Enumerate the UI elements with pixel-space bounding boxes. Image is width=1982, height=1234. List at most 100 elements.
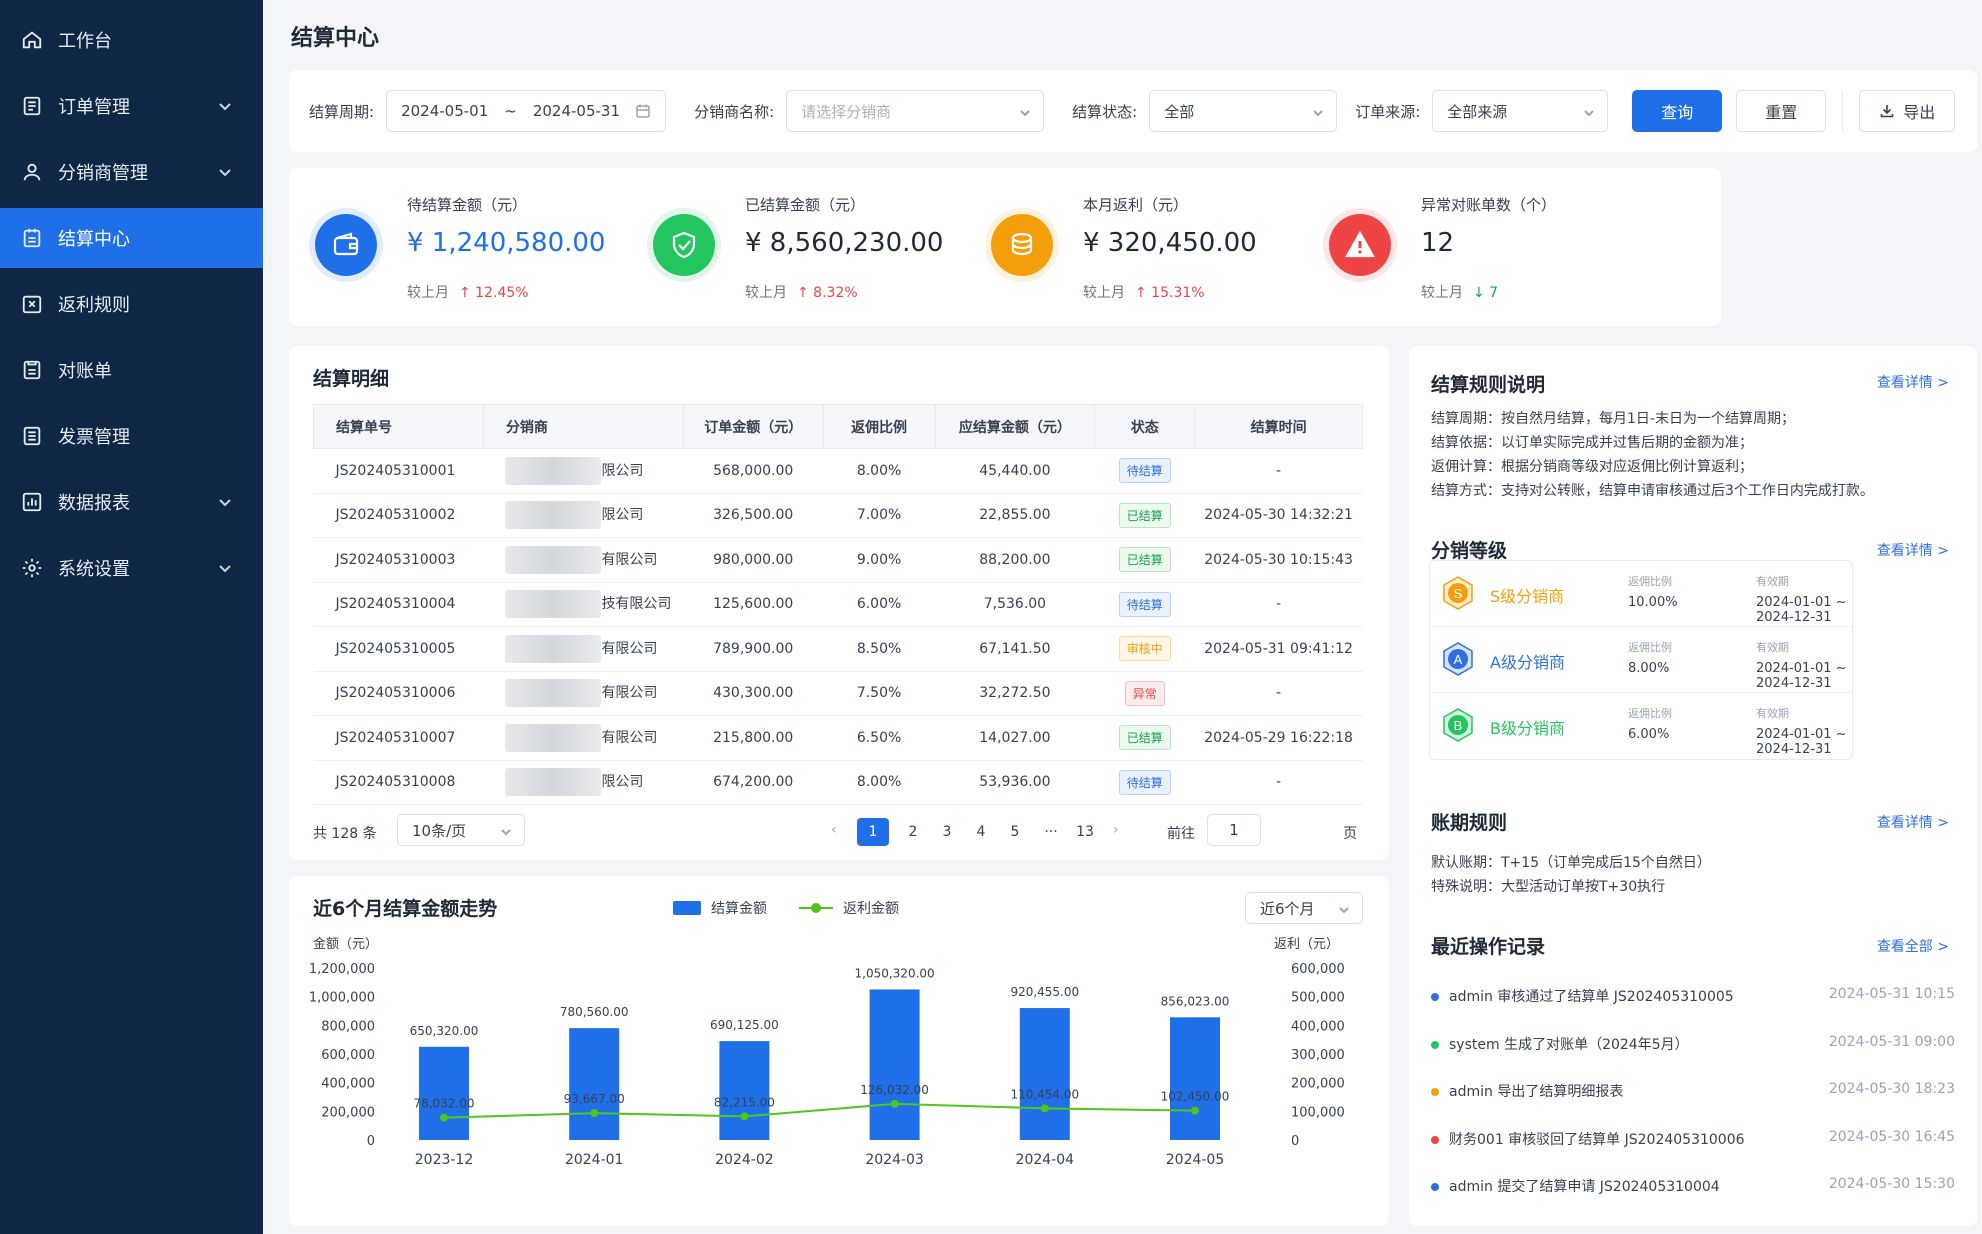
bar-2024-01 bbox=[569, 1028, 620, 1140]
chevron-down-icon bbox=[1583, 105, 1595, 117]
kpi-value: ¥ 1,240,580.00 bbox=[407, 228, 606, 258]
kpi-compare: 较上月 ↑ 12.45% bbox=[407, 282, 529, 302]
kpi-compare-value: ↑ 15.31% bbox=[1135, 285, 1205, 301]
bar-2024-04 bbox=[1019, 1008, 1070, 1140]
page-0[interactable]: 1 bbox=[857, 818, 889, 846]
table-row[interactable]: JS202405310001 限公司 568,000.00 8.00% 45,4… bbox=[313, 448, 1363, 494]
status-badge: 审核中 bbox=[1118, 636, 1171, 662]
kpi-label: 异常对账单数（个） bbox=[1421, 196, 1557, 214]
level-badge-letter: A bbox=[1454, 652, 1463, 667]
settlement-no: JS202405310006 bbox=[313, 671, 484, 716]
export-label: 导出 bbox=[1903, 103, 1936, 122]
rule-line: 结算周期：按自然月结算，每月1日-末日为一个结算周期； bbox=[1431, 411, 1795, 427]
period-range-picker[interactable]: 2024-05-01 ~ 2024-05-31 bbox=[386, 90, 667, 132]
level-rate: 8.00% bbox=[1628, 661, 1670, 676]
sidebar-item-label: 订单管理 bbox=[58, 97, 130, 118]
settle-time: - bbox=[1194, 448, 1363, 494]
page-size-select[interactable]: 10条/页 bbox=[397, 814, 525, 846]
distributor-name: 有限公司 bbox=[601, 640, 658, 657]
kpi-card-3: 异常对账单数（个） 12 较上月 ↓ 7 bbox=[1303, 168, 1721, 326]
rebate-rate: 7.50% bbox=[823, 671, 935, 716]
page-3[interactable]: 4 bbox=[965, 818, 997, 846]
page-2[interactable]: 3 bbox=[931, 818, 963, 846]
sidebar-item-label: 工作台 bbox=[58, 31, 112, 52]
y-tick-left: 400,000 bbox=[321, 1077, 375, 1092]
sidebar-item-6[interactable]: 发票管理 bbox=[0, 406, 263, 466]
table-row[interactable]: JS202405310004 技有限公司 125,600.00 6.00% 7,… bbox=[313, 582, 1363, 627]
page-1[interactable]: 2 bbox=[897, 818, 929, 846]
distributor-select[interactable]: 请选择分销商 bbox=[786, 90, 1045, 132]
sidebar-item-5[interactable]: 对账单 bbox=[0, 340, 263, 400]
table-row[interactable]: JS202405310002 限公司 326,500.00 7.00% 22,8… bbox=[313, 493, 1363, 538]
period-rules-detail-link[interactable]: 查看详情 > bbox=[1877, 812, 1949, 832]
column-header: 分销商 bbox=[482, 404, 684, 449]
sidebar-item-0[interactable]: 工作台 bbox=[0, 10, 263, 70]
rebate-rate: 8.00% bbox=[823, 760, 935, 805]
distributor-cell: 限公司 bbox=[483, 760, 684, 805]
sidebar-item-2[interactable]: 分销商管理 bbox=[0, 142, 263, 202]
settlement-no: JS202405310003 bbox=[313, 537, 484, 583]
page-6[interactable]: 13 bbox=[1069, 818, 1101, 846]
y-tick-left: 800,000 bbox=[321, 1019, 375, 1034]
rebate-line bbox=[443, 1102, 1196, 1119]
x-tick-label: 2024-05 bbox=[1166, 1152, 1225, 1168]
redacted-name bbox=[505, 545, 602, 574]
rebate-rate: 7.00% bbox=[823, 493, 935, 538]
status-badge: 已结算 bbox=[1118, 725, 1171, 751]
status-cell: 待结算 bbox=[1094, 582, 1195, 627]
column-header: 结算单号 bbox=[313, 404, 484, 449]
rules-title: 结算规则说明 bbox=[1431, 374, 1546, 396]
query-button[interactable]: 查询 bbox=[1632, 90, 1723, 132]
prev-page-icon[interactable]: ‹ bbox=[831, 822, 837, 838]
column-header: 结算时间 bbox=[1194, 404, 1363, 449]
page-5[interactable]: ··· bbox=[1035, 818, 1067, 846]
bar-2023-12 bbox=[419, 1046, 469, 1140]
table-row[interactable]: JS202405310006 有限公司 430,300.00 7.50% 32,… bbox=[313, 671, 1363, 716]
sidebar-item-label: 返利规则 bbox=[58, 295, 130, 316]
distributor-cell: 限公司 bbox=[483, 448, 684, 494]
table-row[interactable]: JS202405310003 有限公司 980,000.00 9.00% 88,… bbox=[313, 537, 1363, 583]
bar-value-label: 856,023.00 bbox=[1161, 994, 1230, 1008]
sidebar-item-1[interactable]: 订单管理 bbox=[0, 76, 263, 136]
logs-view-all-link[interactable]: 查看全部 > bbox=[1877, 936, 1949, 956]
sidebar-item-7[interactable]: 数据报表 bbox=[0, 472, 263, 532]
status-select[interactable]: 全部 bbox=[1149, 90, 1338, 132]
sidebar-item-label: 系统设置 bbox=[58, 559, 130, 580]
next-page-icon[interactable]: › bbox=[1113, 822, 1119, 838]
settle-time: 2024-05-30 10:15:43 bbox=[1194, 537, 1363, 583]
chevron-down-icon bbox=[1019, 105, 1031, 117]
rules-detail-link[interactable]: 查看详情 > bbox=[1877, 372, 1949, 392]
info-panel: 结算规则说明 查看详情 > 分销等级 查看详情 > S S级分销商 返佣比例 1… bbox=[1409, 346, 1977, 1226]
rebate-value-label: 78,032.00 bbox=[413, 1097, 474, 1111]
source-select[interactable]: 全部来源 bbox=[1432, 90, 1609, 132]
settle-amount: 53,936.00 bbox=[935, 760, 1095, 805]
status-cell: 已结算 bbox=[1094, 493, 1195, 538]
sidebar-item-8[interactable]: 系统设置 bbox=[0, 538, 263, 598]
order-amount: 568,000.00 bbox=[683, 448, 824, 494]
status-badge: 已结算 bbox=[1118, 502, 1171, 528]
log-text: 财务001 审核驳回了结算单 JS202405310006 bbox=[1449, 1131, 1745, 1148]
table-row[interactable]: JS202405310008 限公司 674,200.00 8.00% 53,9… bbox=[313, 760, 1363, 805]
log-time: 2024-05-30 16:45 bbox=[1828, 1128, 1955, 1145]
order-amount: 430,300.00 bbox=[683, 671, 824, 716]
levels-detail-link[interactable]: 查看详情 > bbox=[1877, 540, 1949, 560]
reset-button[interactable]: 重置 bbox=[1736, 90, 1827, 132]
table-row[interactable]: JS202405310005 有限公司 789,900.00 8.50% 67,… bbox=[313, 626, 1363, 672]
distributor-label: 分销商名称: bbox=[694, 102, 775, 121]
kpi-compare-value: ↓ 7 bbox=[1473, 285, 1499, 301]
table-row[interactable]: JS202405310007 有限公司 215,800.00 6.50% 14,… bbox=[313, 715, 1363, 761]
rule-line: 返佣计算：根据分销商等级对应返佣比例计算返利； bbox=[1431, 459, 1753, 475]
kpi-compare-label: 较上月 bbox=[745, 285, 787, 301]
sidebar-item-4[interactable]: 返利规则 bbox=[0, 274, 263, 334]
sidebar-item-3[interactable]: 结算中心 bbox=[0, 208, 263, 268]
kpi-label: 本月返利（元） bbox=[1083, 196, 1189, 214]
level-row: B B级分销商 返佣比例 6.00% 有效期 2024-01-01 ~ 2024… bbox=[1430, 693, 1852, 759]
goto-page-input[interactable]: 1 bbox=[1207, 814, 1261, 846]
export-button[interactable]: 导出 bbox=[1859, 90, 1956, 132]
rebate-rate: 8.00% bbox=[823, 448, 935, 494]
level-badge-icon: A bbox=[1443, 642, 1473, 676]
page-4[interactable]: 5 bbox=[999, 818, 1031, 846]
order-amount: 326,500.00 bbox=[683, 493, 824, 538]
y-tick-right: 600,000 bbox=[1291, 962, 1345, 977]
period-rules-title: 账期规则 bbox=[1431, 812, 1508, 834]
